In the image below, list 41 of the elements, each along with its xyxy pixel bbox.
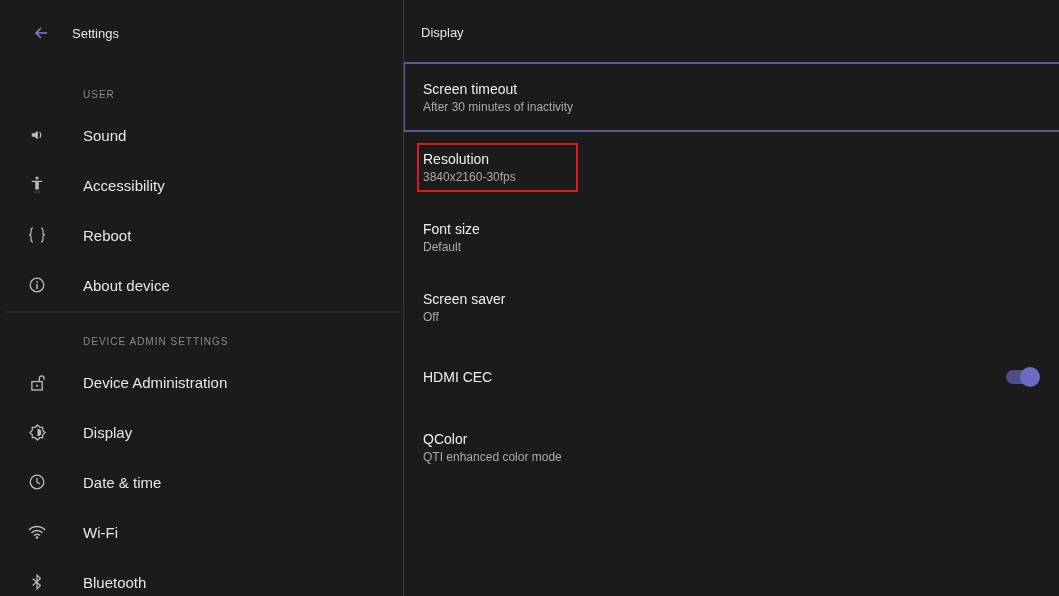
setting-title: Screen timeout [423, 80, 519, 97]
setting-summary: QTI enhanced color mode [423, 449, 562, 464]
section-header: USER [82, 88, 116, 102]
unlocked-padlock-icon [29, 373, 45, 391]
speaker-icon [30, 128, 44, 142]
toggle-switch[interactable] [1006, 370, 1038, 384]
sidebar-title: Settings [72, 25, 119, 41]
section-header: DEVICE ADMIN SETTINGS [82, 335, 230, 349]
sidebar-item[interactable]: Date & time [83, 473, 162, 491]
setting-row[interactable]: QColor QTI enhanced color mode [404, 412, 1059, 482]
setting-title: QColor [423, 430, 469, 447]
sidebar-item[interactable]: Device Administration [83, 373, 228, 391]
setting-summary: Default [423, 239, 463, 254]
info-icon [29, 277, 45, 293]
setting-row[interactable]: Screen saver Off [404, 272, 1059, 342]
sidebar-item[interactable]: Bluetooth [83, 573, 147, 591]
sidebar-item[interactable]: Wi-Fi [83, 523, 118, 541]
setting-summary: 3840x2160-30fps [423, 169, 516, 184]
sidebar-item[interactable]: Accessibility [83, 176, 165, 194]
back-arrow-icon[interactable] [33, 25, 49, 41]
sidebar-item[interactable]: About device [83, 276, 170, 294]
setting-title: Font size [423, 220, 480, 237]
setting-title: Screen saver [423, 290, 506, 307]
sidebar-item[interactable]: Display [83, 423, 133, 441]
clock-icon [29, 474, 45, 490]
setting-title: HDMI CEC [423, 369, 493, 385]
panel-title: Display [420, 24, 464, 40]
sidebar-item[interactable]: Sound [83, 126, 127, 144]
setting-summary: Off [423, 309, 440, 324]
setting-row[interactable]: Screen timeout After 30 minutes of inactivity [404, 62, 1059, 132]
braces-icon [27, 227, 47, 243]
setting-row[interactable]: Font size Default [404, 202, 1059, 272]
setting-title: Resolution [423, 150, 491, 167]
accessibility-icon [30, 176, 44, 194]
setting-row[interactable]: HDMI CEC [404, 342, 1059, 412]
sidebar-item[interactable]: Reboot [83, 226, 132, 244]
setting-summary: After 30 minutes of inactivity [423, 99, 574, 114]
setting-row[interactable]: Resolution 3840x2160-30fps [404, 132, 1059, 202]
bluetooth-icon [31, 574, 43, 590]
wifi-icon [28, 525, 46, 539]
brightness-icon [28, 423, 46, 441]
